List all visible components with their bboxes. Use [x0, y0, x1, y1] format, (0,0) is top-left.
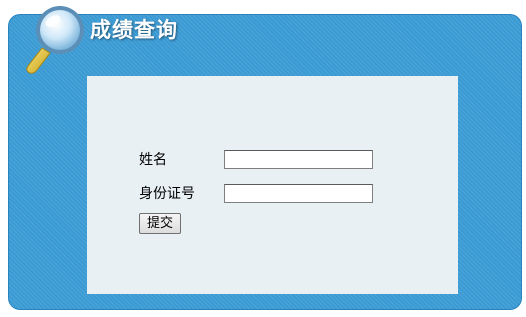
magnifier-icon [22, 2, 90, 76]
page-title: 成绩查询 [90, 18, 178, 42]
name-row: 姓名 [139, 148, 373, 170]
name-label: 姓名 [139, 152, 167, 168]
form-area: 姓名 身份证号 提交 [87, 76, 458, 294]
id-number-row: 身份证号 [139, 182, 373, 204]
query-page: 姓名 身份证号 提交 成绩查询 [0, 0, 526, 317]
name-input[interactable] [224, 149, 373, 169]
id-number-label: 身份证号 [139, 186, 195, 202]
submit-button[interactable]: 提交 [139, 213, 182, 234]
id-number-input[interactable] [224, 183, 373, 203]
